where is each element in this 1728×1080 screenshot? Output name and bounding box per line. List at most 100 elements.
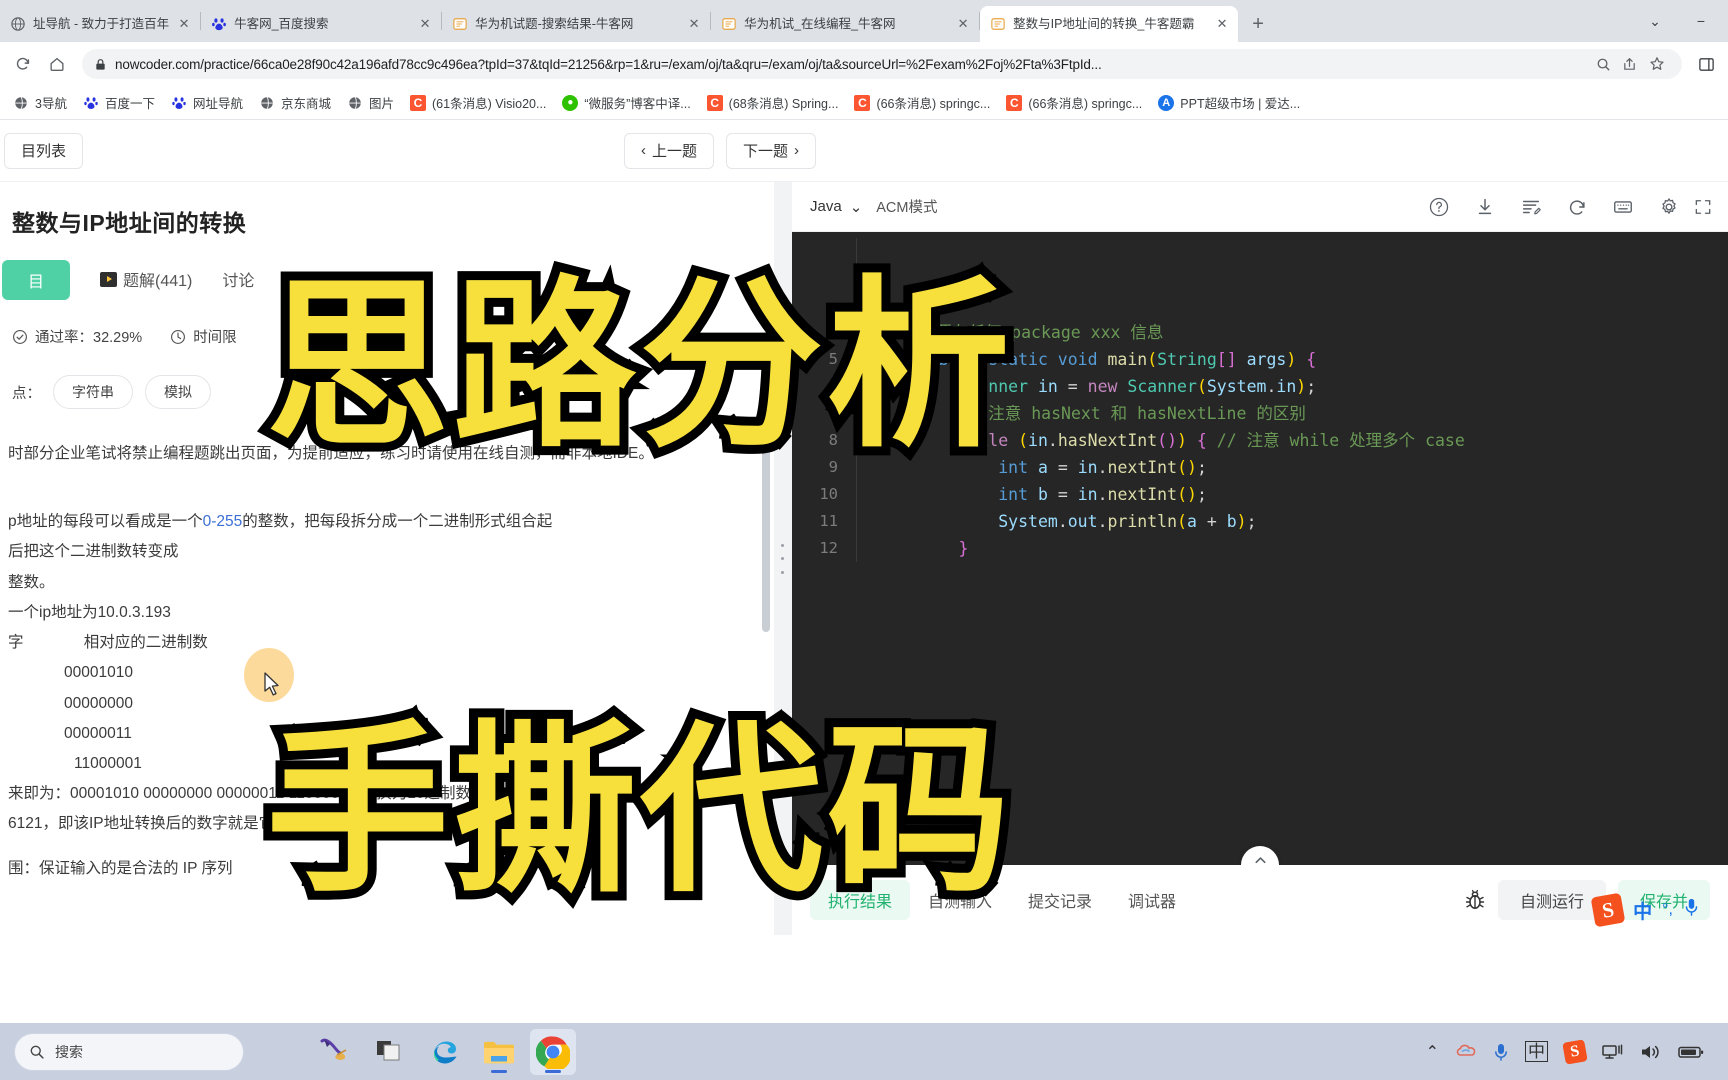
browser-tab[interactable]: 华为机试题-搜索结果-牛客网 ✕ xyxy=(442,6,710,42)
reload-icon[interactable] xyxy=(8,49,38,79)
tab-solutions[interactable]: 题解(441) xyxy=(100,267,192,293)
bookmark-item[interactable]: ● “微服务”博客中译... xyxy=(555,90,697,115)
code-lines-container[interactable]: 4 不要有任何 package xxx 信息 5 public static vo… xyxy=(792,238,1728,562)
fullscreen-icon[interactable] xyxy=(1692,187,1714,227)
ime-punctuation-toggle[interactable]: °, xyxy=(1662,901,1673,919)
chevron-left-icon: ‹ xyxy=(640,142,646,159)
format-code-icon[interactable] xyxy=(1508,187,1554,227)
sidepanel-icon[interactable] xyxy=(1692,50,1720,78)
tag-chip[interactable]: 模拟 xyxy=(145,375,211,409)
tab-close-button[interactable]: ✕ xyxy=(417,16,433,32)
language-select[interactable]: Java ⌄ xyxy=(810,198,862,216)
code-line[interactable]: 10 int b = in.nextInt(); xyxy=(792,481,1728,508)
tab-execution-result[interactable]: 执行结果 xyxy=(810,880,911,920)
browser-tab[interactable]: 址导航 - 致力于打造百年 ✕ xyxy=(0,6,200,42)
bookmark-item[interactable]: 3导航 xyxy=(6,90,74,115)
prev-question-button[interactable]: ‹ 上一题 xyxy=(623,132,714,169)
tag-chip[interactable]: 字符串 xyxy=(53,375,133,409)
ime-mode-label[interactable]: 中 xyxy=(1633,897,1652,924)
left-scrollbar[interactable]: ▼ xyxy=(762,332,770,932)
code-editor[interactable]: 4 不要有任何 package xxx 信息 5 public static vo… xyxy=(792,232,1728,865)
question-desc-line-3: 整数。 xyxy=(8,573,55,591)
taskbar-search[interactable]: 搜索 xyxy=(14,1032,244,1071)
zoom-icon[interactable] xyxy=(1592,57,1615,72)
code-line[interactable]: 9 int a = in.nextInt(); xyxy=(792,454,1728,481)
code-line[interactable]: 8 while (in.hasNextInt()) { // 注意 while … xyxy=(792,427,1728,454)
ime-chinese-icon[interactable]: 中 xyxy=(1525,1041,1548,1062)
network-icon[interactable] xyxy=(1602,1043,1624,1061)
tab-custom-input[interactable]: 自测输入 xyxy=(910,880,1010,920)
panel-splitter[interactable] xyxy=(774,182,792,935)
desc-highlight: 0-255 xyxy=(202,513,243,531)
bookmark-item[interactable]: C (66条消息) springc... xyxy=(847,90,997,115)
next-question-button[interactable]: 下一题 › xyxy=(725,132,816,169)
code-line[interactable]: 6 Scanner in = new Scanner(System.in); xyxy=(792,373,1728,400)
code-line[interactable] xyxy=(792,238,1728,265)
scrollbar-thumb[interactable] xyxy=(762,332,770,632)
tab-search-icon[interactable]: ⌄ xyxy=(1632,5,1678,37)
bookmark-item[interactable]: 京东商城 xyxy=(252,90,338,115)
tab-close-button[interactable]: ✕ xyxy=(176,16,192,32)
bookmark-item[interactable]: C (66条消息) springc... xyxy=(999,90,1149,115)
chrome-icon[interactable] xyxy=(530,1028,576,1075)
bug-icon[interactable] xyxy=(1452,880,1498,920)
tab-close-button[interactable]: ✕ xyxy=(1214,16,1230,32)
sogou-icon[interactable]: S xyxy=(1590,892,1626,928)
code-line[interactable]: 4 不要有任何 package xxx 信息 xyxy=(792,319,1728,346)
question-list-button[interactable]: 目列表 xyxy=(4,132,84,169)
browser-tab[interactable]: 华为机试_在线编程_牛客网 ✕ xyxy=(711,6,979,42)
bookmark-item[interactable]: 百度一下 xyxy=(76,90,162,115)
ime-floating-bar[interactable]: S 中 °, xyxy=(1590,892,1700,928)
code-line[interactable]: 5 public static void main(String[] args)… xyxy=(792,346,1728,373)
settings-gear-icon[interactable] xyxy=(1646,187,1692,227)
bookmark-item[interactable]: C (68条消息) Spring... xyxy=(700,90,846,115)
bookmark-item[interactable]: 图片 xyxy=(340,90,401,115)
reset-code-icon[interactable] xyxy=(1554,187,1600,227)
code-line[interactable]: 7 // 注意 hasNext 和 hasNextLine 的区别 xyxy=(792,400,1728,427)
code-line[interactable]: 11 System.out.println(a + b); xyxy=(792,508,1728,535)
indent-guide xyxy=(856,292,857,319)
tab-submission-history[interactable]: 提交记录 xyxy=(1010,880,1110,920)
tab-debugger[interactable]: 调试器 xyxy=(1110,880,1194,920)
bookmark-item[interactable]: 网址导航 xyxy=(164,90,250,115)
download-icon[interactable] xyxy=(1462,187,1508,227)
splitter-grip[interactable] xyxy=(780,543,784,574)
microphone-icon[interactable] xyxy=(1493,1042,1509,1062)
volume-icon[interactable] xyxy=(1640,1043,1662,1061)
battery-icon[interactable] xyxy=(1678,1044,1704,1060)
code-line[interactable] xyxy=(792,265,1728,292)
snipaste-icon[interactable] xyxy=(314,1029,360,1075)
tab-discussion[interactable]: 讨论 xyxy=(222,267,254,293)
indent-guide xyxy=(856,238,857,265)
help-icon[interactable] xyxy=(1416,187,1462,227)
sogou-icon[interactable]: S xyxy=(1562,1038,1588,1065)
file-explorer-icon[interactable] xyxy=(476,1029,522,1075)
minimize-button[interactable]: − xyxy=(1678,5,1724,37)
task-view-icon[interactable] xyxy=(368,1029,414,1075)
tab-close-button[interactable]: ✕ xyxy=(686,16,702,32)
acm-mode-label: ACM模式 xyxy=(876,200,938,216)
tab-description[interactable]: 目 xyxy=(2,260,71,300)
browser-tab[interactable]: 牛客网_百度搜索 ✕ xyxy=(201,6,441,42)
bookmark-item[interactable]: A PPT超级市场 | 爱达... xyxy=(1151,90,1307,115)
question-list-label: 目列表 xyxy=(21,143,67,160)
microphone-icon[interactable] xyxy=(1683,897,1700,923)
line-number: 8 xyxy=(828,431,838,449)
star-icon[interactable] xyxy=(1644,56,1670,72)
code-line[interactable]: 12 } xyxy=(792,535,1728,562)
address-bar[interactable]: nowcoder.com/practice/66ca0e28f90c42a196… xyxy=(82,49,1682,79)
home-icon[interactable] xyxy=(42,49,72,79)
csdn-icon: C xyxy=(706,94,723,111)
new-tab-button[interactable]: + xyxy=(1244,10,1272,38)
onedrive-icon[interactable] xyxy=(1455,1043,1477,1061)
bookmark-item[interactable]: C (61条消息) Visio20... xyxy=(403,90,553,115)
tab-close-button[interactable]: ✕ xyxy=(955,16,971,32)
show-hidden-icons-icon[interactable]: ⌃ xyxy=(1426,1042,1439,1062)
code-line[interactable] xyxy=(792,292,1728,319)
edge-icon[interactable] xyxy=(422,1029,468,1075)
run-test-button[interactable]: 自测运行 xyxy=(1497,880,1606,920)
keyboard-icon[interactable] xyxy=(1600,187,1646,227)
collapse-panel-button[interactable] xyxy=(1241,846,1279,865)
browser-tab-active[interactable]: 整数与IP地址间的转换_牛客题霸 ✕ xyxy=(980,6,1239,42)
share-icon[interactable] xyxy=(1617,57,1642,72)
